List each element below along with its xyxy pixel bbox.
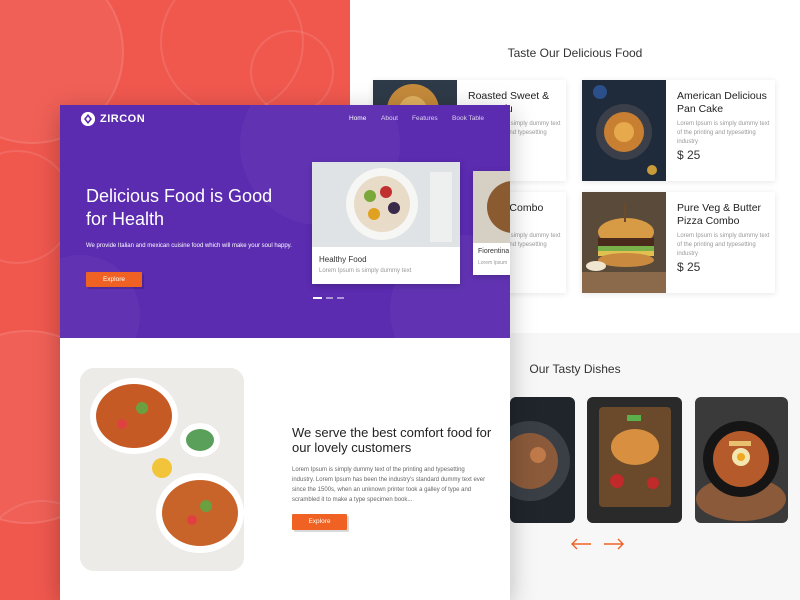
hero-slide-card[interactable]: Fiorentina Lorem Ipsum [473,171,510,275]
menu-card-image [582,80,666,181]
hero-texture [60,255,140,338]
slide-image [473,171,510,243]
menu-card-name: American Delicious Pan Cake [677,90,767,115]
carousel-dot[interactable] [337,297,344,299]
menu-card-desc: Lorem Ipsum is simply dummy text of the … [677,121,770,145]
hero-subtitle: We provide Italian and mexican cuisine f… [86,243,292,249]
menu-card-price: $ 25 [677,148,701,162]
hero-section: ZIRCON Home About Features Book Table De… [60,105,510,338]
slide-desc: Lorem Ipsum is simply dummy text [319,268,412,274]
hero-title: Delicious Food is Good for Health [86,186,273,229]
nav-features[interactable]: Features [412,115,438,122]
nav-about[interactable]: About [381,115,398,122]
comfort-explore-button[interactable]: Explore [292,514,347,530]
menu-card-price: $ 25 [677,260,701,274]
dish-image[interactable] [695,397,788,523]
brand-name: ZIRCON [100,113,146,125]
arrow-left-icon[interactable] [570,537,592,551]
arrow-right-icon[interactable] [603,537,625,551]
menu-card[interactable]: Pure Veg & Butter Pizza Combo Lorem Ipsu… [582,192,775,293]
menu-card[interactable]: American Delicious Pan Cake Lorem Ipsum … [582,80,775,181]
menu-section-title: Taste Our Delicious Food [507,46,643,60]
slide-desc: Lorem Ipsum [478,260,508,266]
slide-image [312,162,460,247]
comfort-title: We serve the best comfort food for our l… [292,425,492,455]
menu-card-name: Pure Veg & Butter Pizza Combo [677,202,762,227]
nav-home[interactable]: Home [349,115,366,122]
background-plate [250,30,334,114]
nav-book-table[interactable]: Book Table [452,115,484,122]
menu-card-desc: Lorem Ipsum is simply dummy text of the … [677,233,770,257]
slide-title: Fiorentina [478,248,510,255]
dish-image[interactable] [510,397,575,523]
comfort-desc: Lorem Ipsum is simply dummy text of the … [292,467,486,503]
logo-icon [81,112,95,126]
slide-title: Healthy Food [319,255,367,264]
dish-image[interactable] [587,397,682,523]
brand-logo[interactable]: ZIRCON [81,112,145,126]
hero-explore-button[interactable]: Explore [86,272,142,287]
carousel-dot[interactable] [313,297,322,299]
comfort-food-image [80,368,244,571]
carousel-dot[interactable] [326,297,333,299]
hero-slide-card[interactable]: Healthy Food Lorem Ipsum is simply dummy… [312,162,460,284]
menu-card-image [582,192,666,293]
home-page: ZIRCON Home About Features Book Table De… [60,105,510,600]
